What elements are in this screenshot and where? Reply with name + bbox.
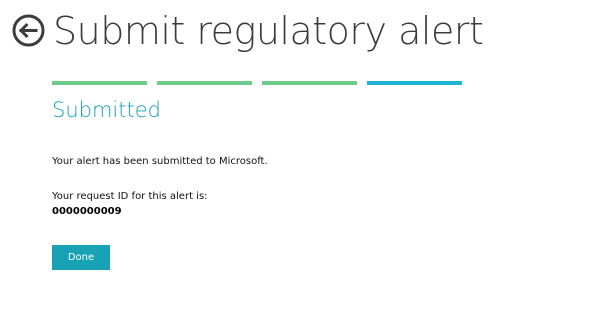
confirmation-message: Your alert has been submitted to Microso… (52, 156, 268, 167)
section-title: Submitted (52, 98, 161, 122)
progress-step-4 (367, 81, 462, 85)
request-id-label: Your request ID for this alert is: (52, 191, 208, 202)
back-arrow-circle-icon (12, 14, 45, 47)
page-title: Submit regulatory alert (53, 9, 484, 53)
request-id-value: 0000000009 (52, 206, 122, 217)
progress-steps (52, 81, 462, 85)
progress-step-1 (52, 81, 147, 85)
progress-step-2 (157, 81, 252, 85)
page: Submit regulatory alert Submitted Your a… (0, 0, 602, 333)
back-button[interactable] (12, 14, 45, 47)
progress-step-3 (262, 81, 357, 85)
done-button[interactable]: Done (52, 245, 110, 270)
